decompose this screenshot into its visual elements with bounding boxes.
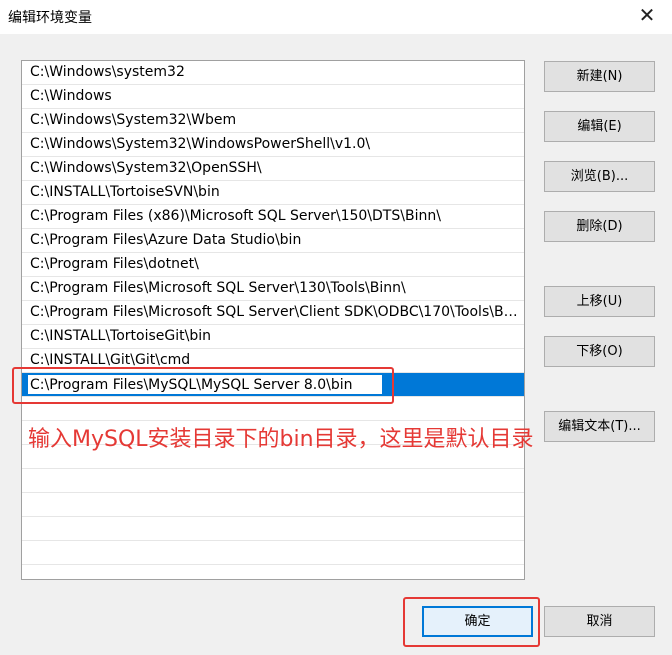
list-item[interactable]: C:\Program Files\dotnet\ <box>22 253 524 277</box>
list-item[interactable]: C:\Program Files\Microsoft SQL Server\Cl… <box>22 301 524 325</box>
ok-button[interactable]: 确定 <box>422 606 533 637</box>
list-item[interactable]: C:\Windows\System32\OpenSSH\ <box>22 157 524 181</box>
path-edit-input[interactable] <box>27 374 383 395</box>
delete-button[interactable]: 删除(D) <box>544 211 655 242</box>
list-item[interactable]: C:\INSTALL\Git\Git\cmd <box>22 349 524 373</box>
list-item[interactable]: C:\Program Files (x86)\Microsoft SQL Ser… <box>22 205 524 229</box>
annotation-note: 输入MySQL安装目录下的bin目录，这里是默认目录 <box>28 427 534 452</box>
empty-row <box>22 493 524 517</box>
window-title: 编辑环境变量 <box>8 10 92 26</box>
move-down-button[interactable]: 下移(O) <box>544 336 655 367</box>
new-button[interactable]: 新建(N) <box>544 61 655 92</box>
list-item-selected[interactable] <box>22 373 524 397</box>
cancel-button[interactable]: 取消 <box>544 606 655 637</box>
edit-button[interactable]: 编辑(E) <box>544 111 655 142</box>
list-item[interactable]: C:\Windows <box>22 85 524 109</box>
empty-row <box>22 541 524 565</box>
empty-row <box>22 397 524 421</box>
close-icon[interactable]: ✕ <box>634 2 660 28</box>
list-item[interactable]: C:\INSTALL\TortoiseGit\bin <box>22 325 524 349</box>
list-item[interactable]: C:\Windows\System32\Wbem <box>22 109 524 133</box>
list-item[interactable]: C:\Program Files\Microsoft SQL Server\13… <box>22 277 524 301</box>
path-list[interactable]: C:\Windows\system32 C:\Windows C:\Window… <box>21 60 525 580</box>
list-item[interactable]: C:\Windows\system32 <box>22 61 524 85</box>
empty-row <box>22 469 524 493</box>
empty-row <box>22 517 524 541</box>
list-item[interactable]: C:\Windows\System32\WindowsPowerShell\v1… <box>22 133 524 157</box>
dialog-body: C:\Windows\system32 C:\Windows C:\Window… <box>0 34 672 655</box>
title-bar: 编辑环境变量 ✕ <box>0 0 672 34</box>
move-up-button[interactable]: 上移(U) <box>544 286 655 317</box>
browse-button[interactable]: 浏览(B)... <box>544 161 655 192</box>
list-item[interactable]: C:\Program Files\Azure Data Studio\bin <box>22 229 524 253</box>
list-item[interactable]: C:\INSTALL\TortoiseSVN\bin <box>22 181 524 205</box>
